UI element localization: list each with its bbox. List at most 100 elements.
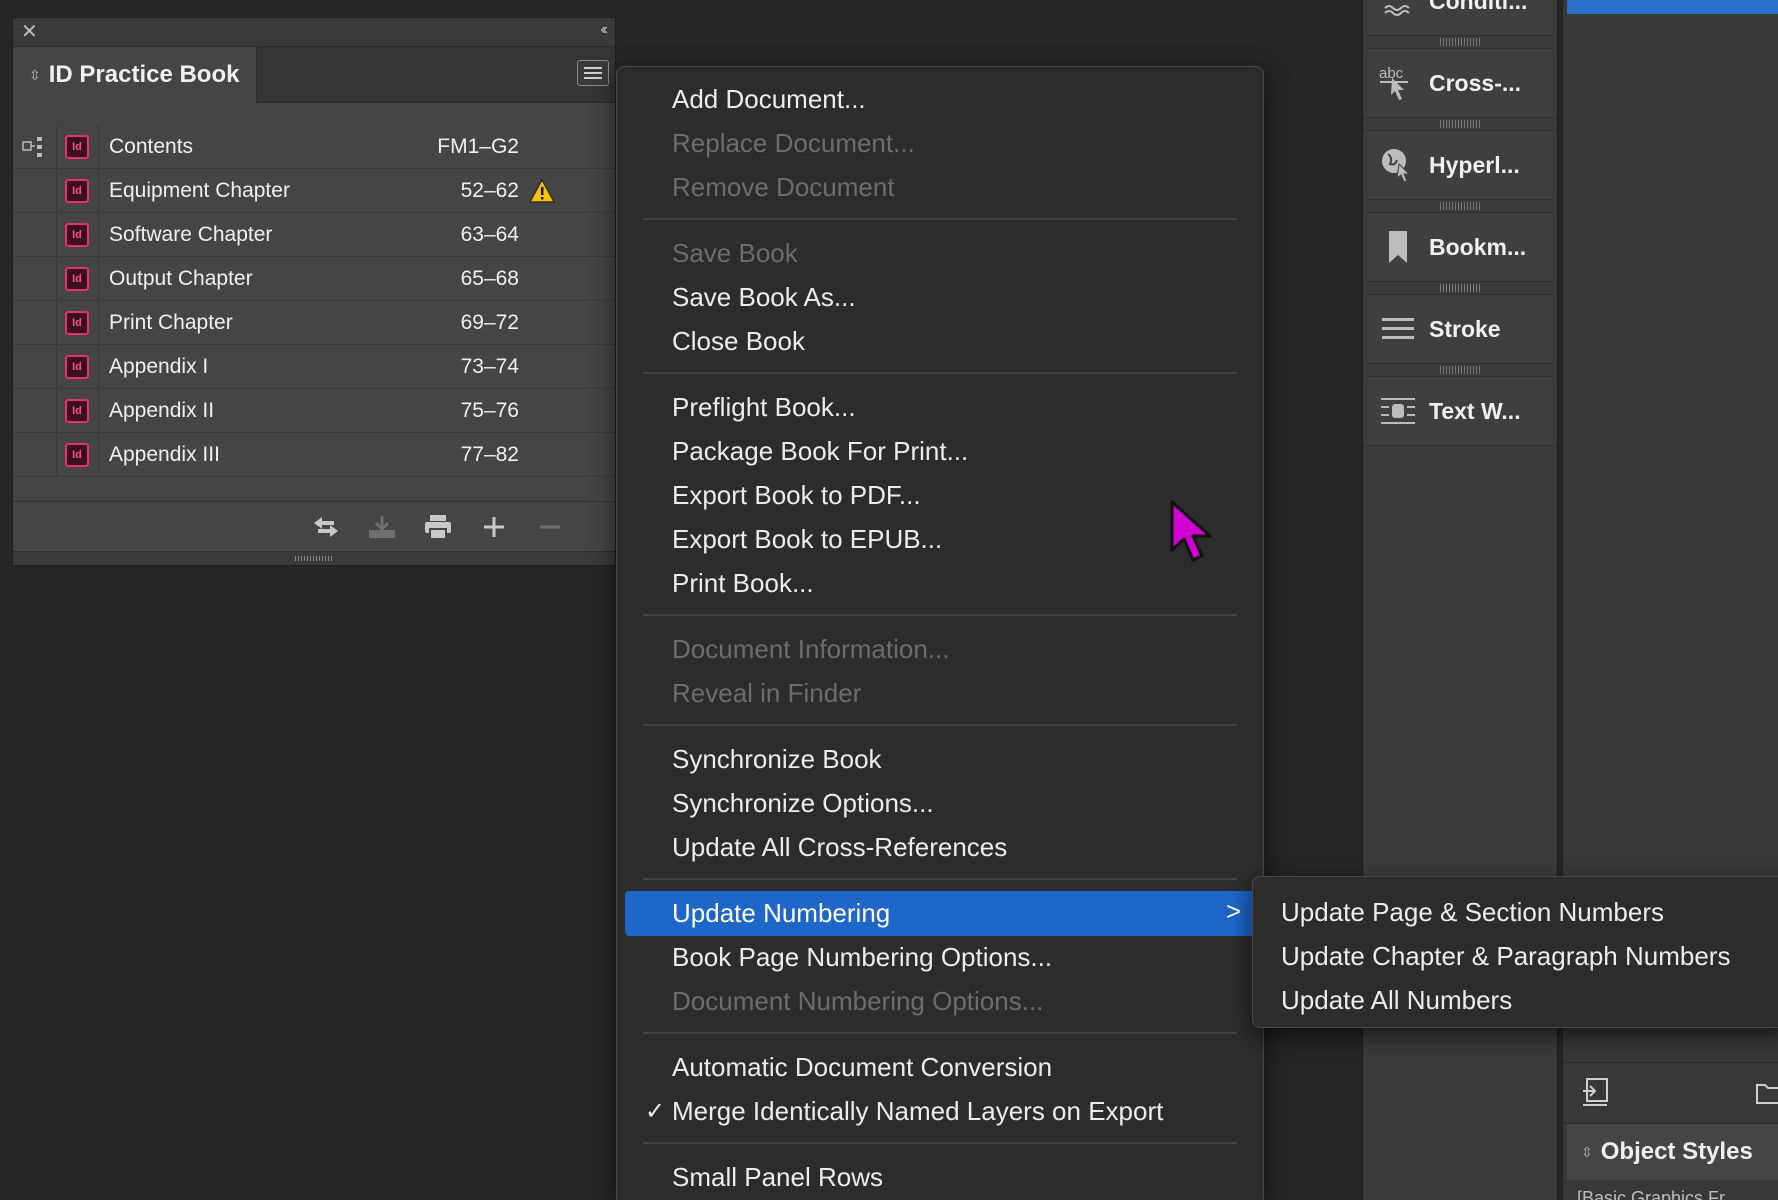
- selected-style-row[interactable]: [1567, 0, 1778, 14]
- cross-references-icon: abc: [1367, 64, 1429, 102]
- menu-item-update-numbering[interactable]: Update Numbering >: [625, 891, 1255, 936]
- add-icon[interactable]: [479, 512, 509, 542]
- dock-item-conditional-text[interactable]: Conditi...: [1367, 0, 1553, 36]
- style-list-item[interactable]: [Basic Graphics Fr...: [1577, 1188, 1739, 1200]
- menu-item-print-book[interactable]: Print Book...: [625, 563, 1255, 604]
- indesign-doc-icon: Id: [65, 134, 89, 159]
- table-row[interactable]: Id Appendix II 75–76: [13, 389, 615, 433]
- menu-item-document-information: Document Information...: [672, 634, 950, 664]
- menu-divider: [643, 372, 1237, 374]
- page-range: 52–62: [460, 178, 519, 202]
- checkmark-icon: ✓: [645, 1098, 666, 1125]
- page-range: 69–72: [460, 310, 519, 334]
- menu-item-export-pdf[interactable]: Export Book to PDF...: [625, 475, 1255, 516]
- indesign-doc-icon: Id: [65, 266, 89, 291]
- table-row[interactable]: Id Appendix I 73–74: [13, 345, 615, 389]
- menu-item-export-epub[interactable]: Export Book to EPUB...: [625, 519, 1255, 560]
- menu-item-small-panel-rows[interactable]: Small Panel Rows: [625, 1157, 1255, 1198]
- resize-grip[interactable]: [13, 551, 615, 565]
- menu-divider: [643, 218, 1237, 220]
- menu-item-add-document[interactable]: Add Document...: [625, 79, 1255, 120]
- menu-item-book-page-numbering-options[interactable]: Book Page Numbering Options...: [625, 937, 1255, 978]
- page-range: 75–76: [460, 398, 519, 422]
- dock-item-cross-references[interactable]: abc Cross-...: [1367, 48, 1553, 118]
- table-row[interactable]: Id Software Chapter 63–64: [13, 213, 615, 257]
- indesign-doc-icon: Id: [65, 354, 89, 379]
- menu-item-merge-layers[interactable]: ✓ Merge Identically Named Layers on Expo…: [625, 1091, 1255, 1132]
- indesign-doc-icon: Id: [65, 178, 89, 203]
- page-range: 73–74: [460, 354, 519, 378]
- print-icon[interactable]: [423, 512, 453, 542]
- book-panel: ✕ ‹‹ ⇳ ID Practice Book Id Contents FM1–…: [12, 17, 616, 566]
- dock-label: Bookm...: [1429, 233, 1527, 260]
- table-row[interactable]: Id Contents FM1–G2: [13, 125, 615, 169]
- mouse-cursor-icon: [1170, 500, 1212, 562]
- menu-item-update-cross-references[interactable]: Update All Cross-References: [625, 827, 1255, 868]
- conditional-text-icon: [1367, 0, 1429, 16]
- menu-item-synchronize-options[interactable]: Synchronize Options...: [625, 783, 1255, 824]
- collapse-panel-icon[interactable]: ‹‹: [600, 21, 607, 39]
- save-icon[interactable]: [367, 512, 397, 542]
- submenu-item-all-numbers[interactable]: Update All Numbers: [1253, 980, 1778, 1021]
- menu-item-close-book[interactable]: Close Book: [625, 321, 1255, 362]
- new-group-icon[interactable]: [1755, 1077, 1778, 1107]
- dock-label: Hyperl...: [1429, 151, 1520, 178]
- page-range: 65–68: [460, 266, 519, 290]
- table-row[interactable]: Id Appendix III 77–82: [13, 433, 615, 477]
- document-name: Print Chapter: [109, 310, 233, 334]
- close-icon[interactable]: ✕: [21, 21, 38, 43]
- indesign-doc-icon: Id: [65, 310, 89, 335]
- table-row[interactable]: Id Output Chapter 65–68: [13, 257, 615, 301]
- menu-item-synchronize-book[interactable]: Synchronize Book: [625, 739, 1255, 780]
- submenu-item-chapter-paragraph-numbers[interactable]: Update Chapter & Paragraph Numbers: [1253, 936, 1778, 977]
- panel-footer: [13, 501, 615, 551]
- menu-item-reveal-in-finder: Reveal in Finder: [672, 678, 862, 708]
- book-title: ID Practice Book: [48, 61, 240, 88]
- style-source-icon[interactable]: [13, 125, 57, 168]
- menu-divider: [643, 614, 1237, 616]
- panel-menu-button[interactable]: [577, 60, 609, 86]
- dock-label: Text W...: [1429, 397, 1521, 424]
- dock-item-text-wrap[interactable]: Text W...: [1367, 376, 1553, 446]
- panel-title: Object Styles: [1600, 1138, 1753, 1165]
- page-range: 63–64: [460, 222, 519, 246]
- tab-id-practice-book[interactable]: ⇳ ID Practice Book: [13, 47, 257, 103]
- dock-item-stroke[interactable]: Stroke: [1367, 294, 1553, 364]
- book-panel-menu: Add Document... Replace Document... Remo…: [616, 66, 1264, 1200]
- document-name: Appendix II: [109, 398, 215, 422]
- menu-item-save-book: Save Book: [672, 238, 798, 268]
- indesign-doc-icon: Id: [65, 442, 89, 467]
- menu-item-preflight-book[interactable]: Preflight Book...: [625, 387, 1255, 428]
- dock-item-hyperlinks[interactable]: Hyperl...: [1367, 130, 1553, 200]
- table-row[interactable]: Id Equipment Chapter 52–62: [13, 169, 615, 213]
- tab-object-styles[interactable]: ⇳ Object Styles: [1567, 1124, 1778, 1180]
- menu-item-replace-document: Replace Document...: [672, 128, 915, 158]
- submenu-item-page-section-numbers[interactable]: Update Page & Section Numbers: [1253, 892, 1778, 933]
- menu-divider: [643, 1142, 1237, 1144]
- panel-tab-row: ⇳ ID Practice Book: [13, 47, 615, 103]
- dock-label: Cross-...: [1429, 69, 1522, 96]
- hyperlinks-icon: [1367, 146, 1429, 184]
- table-row[interactable]: Id Print Chapter 69–72: [13, 301, 615, 345]
- menu-divider: [643, 1032, 1237, 1034]
- indesign-doc-icon: Id: [65, 398, 89, 423]
- menu-item-automatic-document-conversion[interactable]: Automatic Document Conversion: [625, 1047, 1255, 1088]
- document-name: Appendix I: [109, 354, 209, 378]
- dock-label: Stroke: [1429, 315, 1501, 342]
- dock-label: Conditi...: [1429, 0, 1528, 14]
- menu-divider: [643, 878, 1237, 880]
- dock-item-bookmarks[interactable]: Bookm...: [1367, 212, 1553, 282]
- document-name: Appendix III: [109, 442, 220, 466]
- clear-overrides-icon[interactable]: [1581, 1077, 1611, 1107]
- menu-item-package-book[interactable]: Package Book For Print...: [625, 431, 1255, 472]
- sort-arrows-icon: ⇳: [1581, 1143, 1593, 1160]
- book-document-list: Id Contents FM1–G2 Id Equipment Chapter …: [13, 125, 615, 477]
- bookmarks-icon: [1367, 230, 1429, 264]
- menu-divider: [643, 724, 1237, 726]
- document-name: Software Chapter: [109, 222, 273, 246]
- warning-icon[interactable]: [529, 178, 555, 203]
- sync-icon[interactable]: [311, 512, 341, 542]
- remove-icon[interactable]: [535, 512, 565, 542]
- stroke-icon: [1367, 316, 1429, 342]
- menu-item-save-book-as[interactable]: Save Book As...: [625, 277, 1255, 318]
